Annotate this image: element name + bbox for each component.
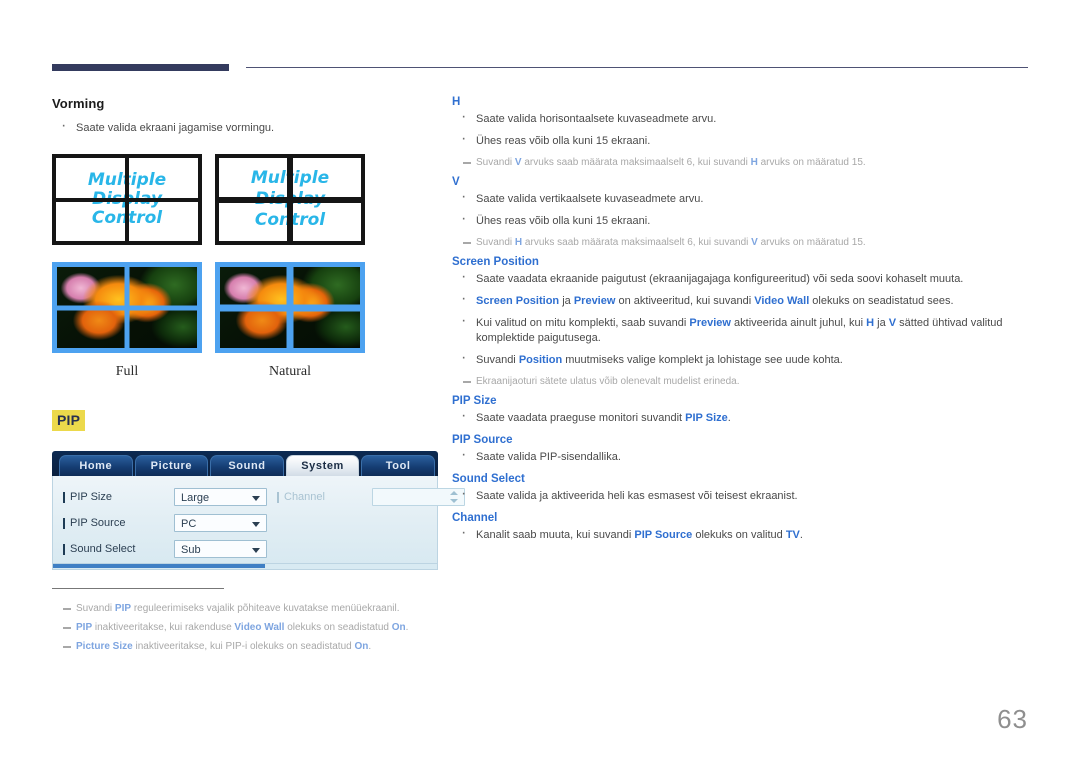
section-sound-select: Sound SelectSaate valida ja aktiveerida … xyxy=(452,473,1030,504)
section-v: VSaate valida vertikaalsete kuvaseadmete… xyxy=(452,176,1030,250)
video-wall-natural-group: Multiple Display Control Natural xyxy=(215,154,365,380)
note-item: Suvandi V arvuks saab määrata maksimaals… xyxy=(452,156,1030,170)
section-pip-size: PIP SizeSaate vaadata praeguse monitori … xyxy=(452,395,1030,426)
footnote-1: Suvandi PIP reguleerimiseks vajalik põhi… xyxy=(52,602,442,616)
note-item: Suvandi H arvuks saab määrata maksimaals… xyxy=(452,236,1030,250)
osd-select-pip-size[interactable]: Large xyxy=(174,488,267,506)
bullet-item: Saate valida PIP-sisendallika. xyxy=(452,447,1030,465)
section-heading: Screen Position xyxy=(452,256,539,268)
header-rule xyxy=(52,64,1028,76)
header-rule-thick xyxy=(52,64,229,71)
osd-pane-left: PIP Size Large PIP Source PC Sound Selec… xyxy=(53,476,267,563)
bullet-item: Kanalit saab muuta, kui suvandi PIP Sour… xyxy=(452,525,1030,543)
osd-value-sound-select: Sub xyxy=(181,544,201,556)
bullet-item: Screen Position ja Preview on aktiveerit… xyxy=(452,291,1030,309)
video-wall-natural-mono: Multiple Display Control xyxy=(215,154,365,245)
osd-scrollbar[interactable] xyxy=(52,564,438,570)
osd-select-sound-select[interactable]: Sub xyxy=(174,540,267,558)
footnote-3: Picture Size inaktiveeritakse, kui PIP-i… xyxy=(52,640,442,654)
footnote-2: PIP inaktiveeritakse, kui rakenduse Vide… xyxy=(52,621,442,635)
pip-badge-wrap: PIP xyxy=(52,410,442,431)
section-heading: V xyxy=(452,176,460,188)
video-wall-full-mono: Multiple Display Control xyxy=(52,154,202,245)
vorming-bullet: Saate valida ekraani jagamise vormingu. xyxy=(52,118,442,136)
bullet-item: Suvandi Position muutmiseks valige kompl… xyxy=(452,350,1030,368)
video-wall-full-photo xyxy=(52,262,202,353)
video-wall-full-group: Multiple Display Control Full xyxy=(52,154,202,380)
section-heading: Channel xyxy=(452,512,498,524)
osd-scrollbar-thumb[interactable] xyxy=(53,564,265,568)
bullet-item: Saate vaadata ekraanide paigutust (ekraa… xyxy=(452,269,1030,287)
osd-row-sound-select[interactable]: Sound Select Sub xyxy=(63,537,267,561)
osd-tab-picture[interactable]: Picture xyxy=(134,455,209,476)
osd-select-pip-source[interactable]: PC xyxy=(174,514,267,532)
osd-value-pip-source: PC xyxy=(181,518,197,530)
bullet-item: Kui valitud on mitu komplekti, saab suva… xyxy=(452,313,1030,346)
footnote-2-text: PIP inaktiveeritakse, kui rakenduse Vide… xyxy=(76,622,409,633)
section-heading: PIP Size xyxy=(452,395,497,407)
bullet-item: Saate valida horisontaalsete kuvaseadmet… xyxy=(452,109,1030,127)
section-heading: PIP Source xyxy=(452,434,513,446)
caption-full: Full xyxy=(115,364,139,379)
osd-body: PIP Size Large PIP Source PC Sound Selec… xyxy=(52,476,465,564)
osd-tab-bar: Home Picture Sound System Tool xyxy=(52,451,438,476)
osd-label-channel: Channel xyxy=(277,491,372,503)
osd-menu[interactable]: Home Picture Sound System Tool PIP Size … xyxy=(52,451,465,570)
pip-footnotes: Suvandi PIP reguleerimiseks vajalik põhi… xyxy=(52,588,442,654)
video-wall-diagram: Multiple Display Control Full M xyxy=(52,146,442,396)
footnote-1-text: Suvandi PIP reguleerimiseks vajalik põhi… xyxy=(76,603,400,614)
osd-pane-right: Channel xyxy=(267,476,465,563)
bullet-item: Ühes reas võib olla kuni 15 ekraani. xyxy=(452,131,1030,149)
bullet-item: Saate vaadata praeguse monitori suvandit… xyxy=(452,408,1030,426)
bullet-item: Ühes reas võib olla kuni 15 ekraani. xyxy=(452,211,1030,229)
osd-label-sound-select: Sound Select xyxy=(63,543,174,555)
note-item: Ekraanijaoturi sätete ulatus võib olenev… xyxy=(452,375,1030,389)
section-heading: H xyxy=(452,96,461,108)
caption-natural: Natural xyxy=(269,364,311,379)
section-heading: Sound Select xyxy=(452,473,525,485)
right-column: HSaate valida horisontaalsete kuvaseadme… xyxy=(452,96,1030,551)
page-title-vorming: Vorming xyxy=(52,96,105,111)
osd-tab-system[interactable]: System xyxy=(285,455,360,476)
section-h: HSaate valida horisontaalsete kuvaseadme… xyxy=(452,96,1030,170)
osd-tab-home[interactable]: Home xyxy=(59,455,133,476)
osd-label-pip-source: PIP Source xyxy=(63,517,174,529)
chevron-down-icon[interactable] xyxy=(252,522,260,527)
osd-label-pip-size: PIP Size xyxy=(63,491,174,503)
pip-badge: PIP xyxy=(52,410,86,431)
footnote-divider xyxy=(52,588,224,589)
footnote-3-text: Picture Size inaktiveeritakse, kui PIP-i… xyxy=(76,641,372,652)
osd-row-pip-source[interactable]: PIP Source PC xyxy=(63,511,267,535)
left-column: Vorming Saate valida ekraani jagamise vo… xyxy=(52,96,465,659)
section-screen-position: Screen PositionSaate vaadata ekraanide p… xyxy=(452,256,1030,389)
header-rule-thin xyxy=(246,67,1028,68)
bezel-horizontal xyxy=(220,304,360,311)
photo-inner xyxy=(220,267,360,348)
photo-inner xyxy=(57,267,197,348)
bullet-item: Saate valida ja aktiveerida heli kas esm… xyxy=(452,486,1030,504)
section-pip-source: PIP SourceSaate valida PIP-sisendallika. xyxy=(452,434,1030,465)
chevron-down-icon[interactable] xyxy=(252,548,260,553)
bezel-horizontal xyxy=(219,196,361,203)
bezel-horizontal xyxy=(57,305,197,310)
chevron-down-icon[interactable] xyxy=(252,496,260,501)
bullet-item: Saate valida vertikaalsete kuvaseadmete … xyxy=(452,189,1030,207)
page-number: 63 xyxy=(997,704,1028,734)
osd-row-channel: Channel xyxy=(277,485,465,509)
osd-value-pip-size: Large xyxy=(181,492,210,504)
osd-tab-tool[interactable]: Tool xyxy=(361,455,435,476)
bezel-horizontal xyxy=(56,197,198,202)
video-wall-natural-photo xyxy=(215,262,365,353)
osd-row-pip-size[interactable]: PIP Size Large xyxy=(63,485,267,509)
section-channel: ChannelKanalit saab muuta, kui suvandi P… xyxy=(452,512,1030,543)
osd-tab-sound[interactable]: Sound xyxy=(210,455,284,476)
